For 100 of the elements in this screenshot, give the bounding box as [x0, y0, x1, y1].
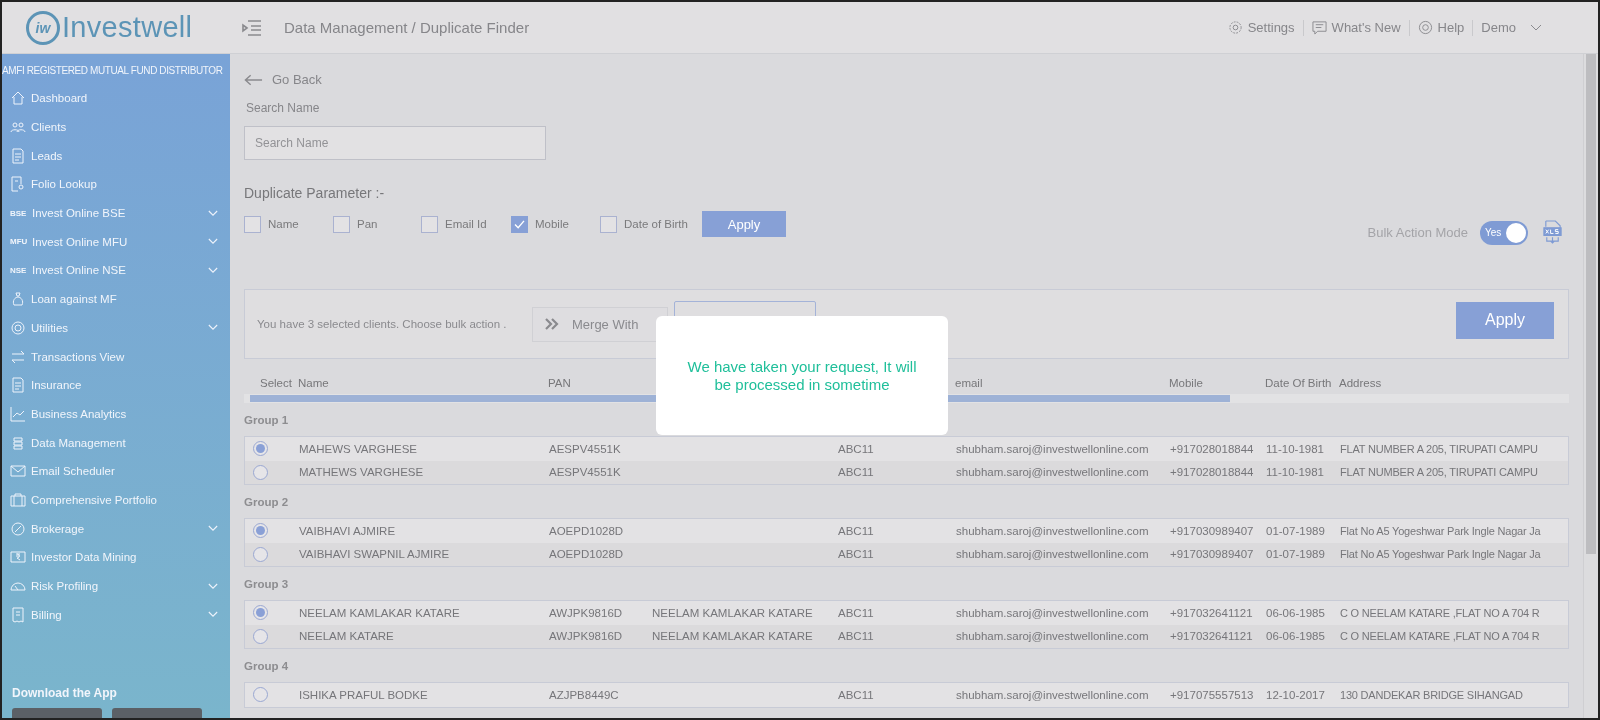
table-cell-text: NEELAM KATARE [299, 630, 395, 643]
download-title: Download the App [11, 686, 118, 700]
nav-icon [10, 291, 26, 308]
table-cell-text: AWJPK9816D [549, 606, 624, 619]
play-store-badge[interactable] [112, 708, 202, 718]
table-cell-text: shubham.saroj@investwellonline.com [956, 548, 1150, 561]
group-label: Group 3 [244, 577, 289, 590]
apply-button[interactable]: Apply [1456, 301, 1554, 339]
sidebar-item[interactable]: Loan against MF [2, 284, 230, 314]
header-link[interactable]: Settings [1227, 20, 1295, 35]
table-cell-text: +917030989407 [1170, 524, 1255, 537]
table-cell-text: FLAT NUMBER A 205, TIRUPATI CAMPU [1340, 466, 1539, 479]
header-link[interactable]: Help [1417, 20, 1465, 35]
checkbox[interactable] [421, 215, 438, 233]
table-cell-text: Flat No A5 Yogeshwar Park Ingle Nagar Ja [1340, 524, 1542, 537]
table-cell-text: ABC11 [838, 466, 875, 479]
nav-icon [10, 491, 26, 508]
table-cell-text: C O NEELAM KATARE ,FLAT NO A 704 R [1340, 630, 1541, 643]
column-header: Address [1339, 377, 1383, 389]
radio-button[interactable] [253, 687, 268, 703]
table-cell-text: shubham.saroj@investwellonline.com [956, 606, 1150, 619]
app-store-badge[interactable] [12, 708, 102, 718]
table-cell-text: VAIBHAVI AJMIRE [299, 524, 397, 537]
user-menu[interactable]: Demo [1481, 20, 1516, 35]
settings-icon [1227, 20, 1243, 35]
nav-icon [10, 434, 26, 451]
menu-icon[interactable] [242, 18, 262, 37]
radio-button[interactable] [253, 523, 268, 539]
nav-icon [10, 319, 26, 336]
sidebar-item[interactable]: NSE Invest Online NSE [2, 256, 230, 285]
table-cell-text: +917075557513 [1170, 688, 1255, 701]
checkbox[interactable] [244, 215, 261, 233]
dialog-message: We have taken your request, It will be processed in sometime [686, 357, 918, 394]
sidebar-item[interactable]: Billing [2, 600, 230, 630]
field-label: Search Name [246, 101, 321, 115]
table-cell-text: 06-06-1985 [1266, 630, 1326, 643]
radio-button[interactable] [253, 441, 268, 457]
table-cell-text: AESPV4551K [549, 442, 622, 455]
table-cell-text: 11-10-1981 [1266, 466, 1325, 479]
sidebar-item[interactable]: BSE Invest Online BSE [2, 198, 230, 228]
nav-icon [10, 176, 26, 193]
table-cell-text: ABC11 [838, 630, 875, 643]
nav-icon [10, 147, 26, 164]
sidebar-item[interactable]: Email Scheduler [2, 456, 230, 486]
sidebar-item[interactable]: Transactions View [2, 342, 230, 371]
chevron-down-icon[interactable] [1530, 23, 1542, 32]
speech-bubble-icon [1311, 20, 1327, 35]
sidebar-item[interactable]: Insurance [2, 370, 230, 400]
toggle-switch[interactable]: Yes [1480, 220, 1528, 245]
radio-button[interactable] [253, 628, 268, 644]
checkbox-label: Email Id [445, 218, 487, 230]
checkbox-label: Date of Birth [624, 218, 688, 230]
breadcrumb: Data Management / Duplicate Finder [284, 19, 530, 36]
sidebar-item[interactable]: Dashboard [2, 84, 230, 113]
apply-button[interactable]: Apply [702, 211, 786, 237]
logo-mark: iw [26, 10, 60, 45]
nav-icon [10, 90, 26, 107]
sidebar-item[interactable]: Investor Data Mining [2, 543, 230, 572]
table-cell-text: ABC11 [838, 606, 875, 619]
check-icon [514, 219, 525, 229]
back-link[interactable]: Go Back [244, 72, 1569, 87]
table-cell-text: +917028018844 [1170, 466, 1255, 479]
table-cell-text: MAHEWS VARGHESE [299, 442, 418, 455]
table-cell-text: shubham.saroj@investwellonline.com [956, 442, 1150, 455]
group-label: Group 2 [244, 495, 289, 508]
column-header: Date Of Birth [1265, 377, 1333, 389]
checkbox[interactable] [511, 215, 528, 233]
sidebar-item[interactable]: MFU Invest Online MFU [2, 227, 230, 257]
table-cell-text: +917030989407 [1170, 548, 1255, 561]
sidebar-item[interactable]: Business Analytics [2, 399, 230, 429]
sidebar-item[interactable]: Utilities [2, 313, 230, 343]
sidebar-item[interactable]: Clients [2, 112, 230, 142]
checkbox[interactable] [600, 215, 617, 233]
header-link[interactable]: What's New [1311, 20, 1401, 35]
table-cell-text: NEELAM KAMLAKAR KATARE [652, 606, 814, 619]
sidebar-item[interactable]: Data Management [2, 428, 230, 457]
sidebar-item[interactable]: Risk Profiling [2, 571, 230, 601]
nav-icon [10, 348, 26, 365]
radio-button[interactable] [253, 546, 268, 562]
checkbox[interactable] [333, 215, 350, 233]
sidebar-item[interactable]: Folio Lookup [2, 170, 230, 199]
vertical-scrollbar[interactable] [1583, 54, 1598, 718]
merge-button[interactable]: Merge With [532, 306, 668, 342]
search-field[interactable]: Search Name [244, 126, 546, 160]
sidebar-item[interactable]: Comprehensive Portfolio [2, 485, 230, 515]
radio-button[interactable] [253, 464, 268, 480]
table-cell-text: C O NEELAM KATARE ,FLAT NO A 704 R [1340, 606, 1541, 619]
table-cell-text: +917032641121 [1170, 606, 1254, 619]
radio-button[interactable] [253, 605, 268, 621]
help-icon [1417, 20, 1433, 35]
table-cell-text: ABC11 [838, 524, 875, 537]
sidebar-item[interactable]: Leads [2, 141, 230, 171]
group-label: Group 4 [244, 659, 289, 672]
table-cell-text: 01-07-1989 [1266, 548, 1326, 561]
sidebar-item[interactable]: Brokerage [2, 514, 230, 543]
xls-download-icon[interactable] [1542, 220, 1563, 245]
section-title: Duplicate Parameter :- [244, 185, 386, 201]
nav-icon [10, 549, 26, 566]
group-label: Group 1 [244, 413, 289, 426]
column-header: PAN [548, 377, 572, 389]
